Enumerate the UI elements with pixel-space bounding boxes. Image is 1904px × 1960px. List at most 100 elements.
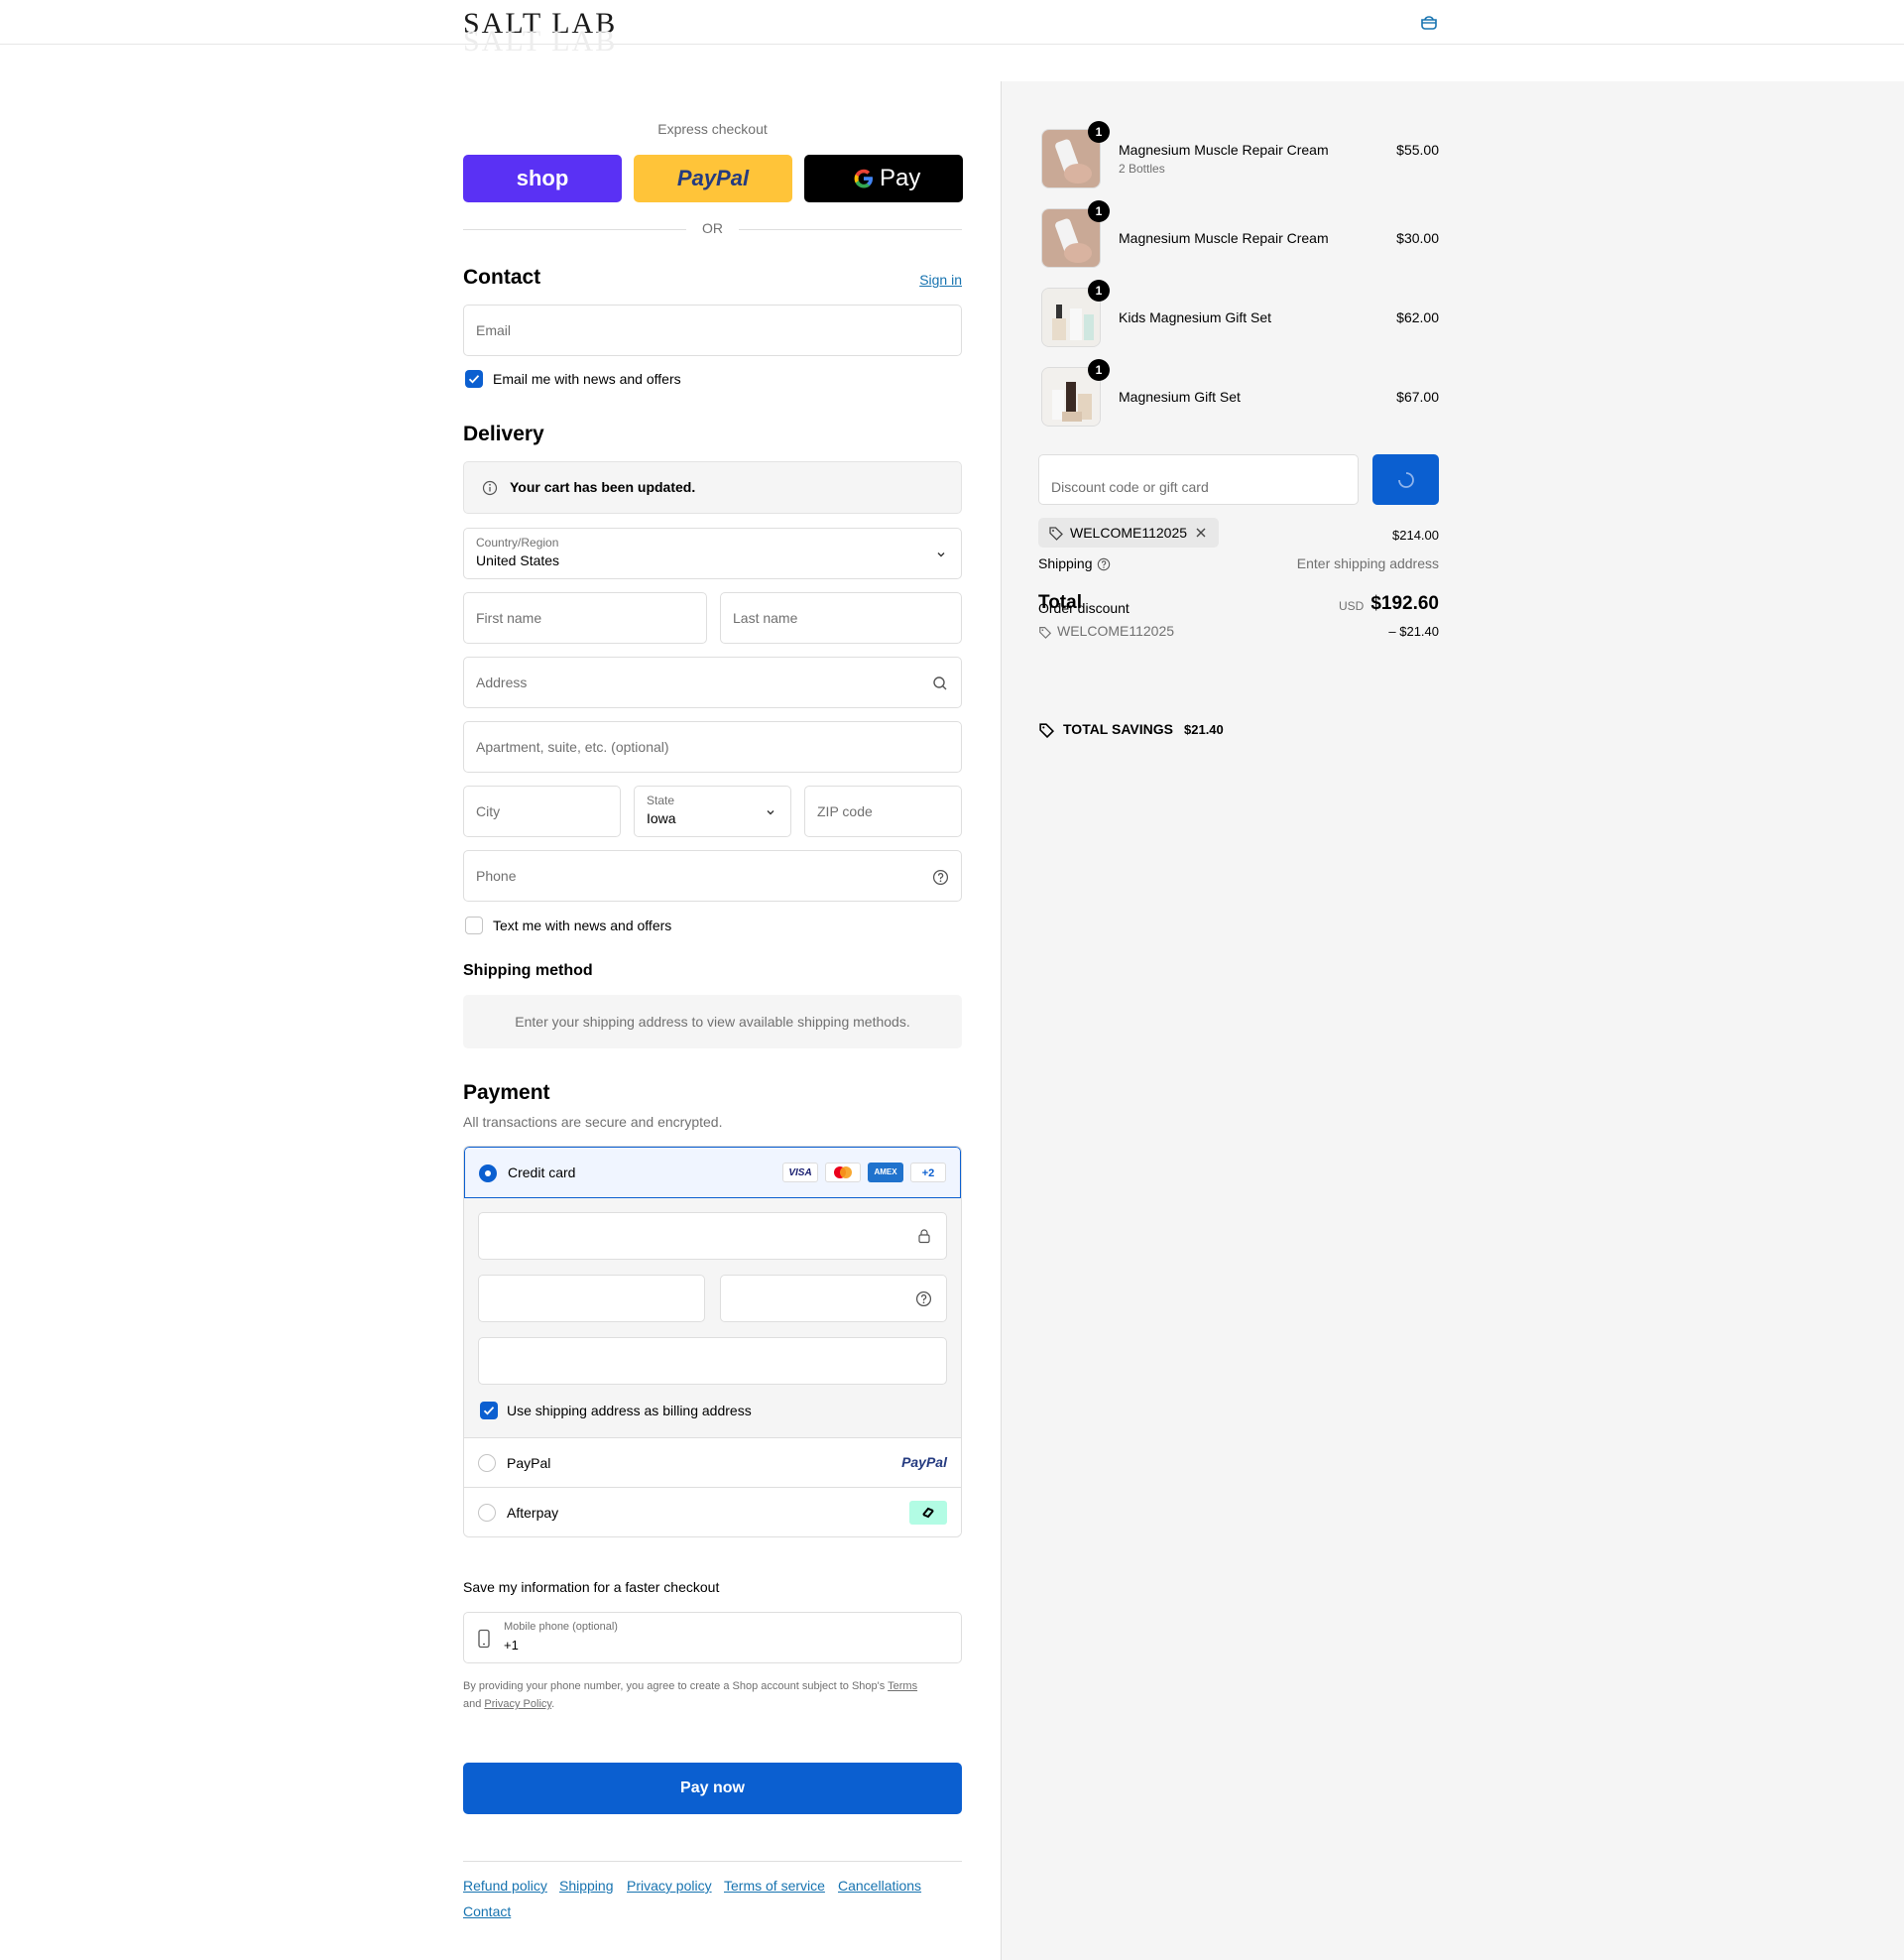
- shipping-value: Enter shipping address: [1296, 555, 1439, 571]
- quantity-badge: 1: [1088, 359, 1110, 381]
- radio-dot: [485, 1170, 491, 1176]
- save-info-heading: Save my information for a faster checkou…: [463, 1579, 720, 1595]
- afterpay-option[interactable]: Afterpay: [464, 1487, 961, 1536]
- phone-placeholder: Phone: [476, 868, 517, 884]
- state-value: Iowa: [647, 810, 676, 826]
- discount-amount: – $21.40: [1388, 624, 1439, 639]
- mobile-phone-icon: [478, 1629, 490, 1649]
- afterpay-radio[interactable]: [478, 1504, 496, 1522]
- express-checkout-title: Express checkout: [657, 121, 768, 137]
- apartment-input[interactable]: Apartment, suite, etc. (optional): [463, 721, 962, 773]
- total-label: Total: [1038, 592, 1082, 613]
- terms-link[interactable]: Terms: [888, 1680, 917, 1692]
- shipping-label: Shipping: [1038, 555, 1093, 571]
- apply-discount-button[interactable]: [1372, 454, 1439, 505]
- privacy-policy-footer-link[interactable]: Privacy policy: [627, 1878, 712, 1894]
- first-name-input[interactable]: First name: [463, 592, 707, 644]
- notice-text: Your cart has been updated.: [510, 479, 696, 495]
- contact-heading: Contact: [463, 266, 541, 289]
- paypal-radio[interactable]: [478, 1454, 496, 1472]
- shop-disclaimer: By providing your phone number, you agre…: [463, 1677, 962, 1713]
- shop-pay-button[interactable]: shop: [463, 155, 622, 202]
- last-name-placeholder: Last name: [733, 610, 798, 626]
- search-icon: [933, 676, 947, 690]
- help-circle-icon[interactable]: [1097, 557, 1111, 571]
- contact-link[interactable]: Contact: [463, 1903, 511, 1919]
- quantity-badge: 1: [1088, 200, 1110, 222]
- payment-subtitle: All transactions are secure and encrypte…: [463, 1114, 723, 1130]
- discount-code-input[interactable]: Discount code or gift card: [1038, 454, 1359, 505]
- cancellations-link[interactable]: Cancellations: [838, 1878, 921, 1894]
- help-circle-icon[interactable]: [915, 1290, 932, 1307]
- security-code-field[interactable]: [720, 1275, 947, 1322]
- paypal-button[interactable]: PayPal: [634, 155, 792, 202]
- text-news-checkbox[interactable]: [465, 917, 483, 934]
- mobile-phone-input[interactable]: Mobile phone (optional) +1: [463, 1612, 962, 1663]
- billing-address-checkbox[interactable]: [480, 1402, 498, 1419]
- text-news-label: Text me with news and offers: [493, 918, 672, 933]
- address-input[interactable]: Address: [463, 657, 962, 708]
- cart-item-name: Magnesium Muscle Repair Cream: [1119, 230, 1329, 246]
- shipping-policy-link[interactable]: Shipping: [559, 1878, 614, 1894]
- savings-tag-icon: [1039, 723, 1055, 738]
- phone-input[interactable]: Phone: [463, 850, 962, 902]
- google-g-icon: [852, 167, 876, 190]
- cart-item-variant: 2 Bottles: [1119, 162, 1165, 176]
- cart-item-price: $62.00: [1396, 309, 1439, 325]
- help-circle-icon[interactable]: [932, 869, 949, 886]
- cart-item-name: Magnesium Gift Set: [1119, 389, 1241, 405]
- city-input[interactable]: City: [463, 786, 621, 837]
- terms-of-service-link[interactable]: Terms of service: [724, 1878, 825, 1894]
- more-cards-badge: +2: [910, 1163, 946, 1182]
- disclaimer-and: and: [463, 1698, 485, 1710]
- footer-divider: [463, 1861, 962, 1862]
- paypal-option[interactable]: PayPal PayPal: [464, 1437, 961, 1487]
- email-input[interactable]: Email: [463, 305, 962, 356]
- visa-icon: VISA: [782, 1163, 818, 1182]
- afterpay-logo-icon: [909, 1501, 947, 1525]
- total-savings-value: $21.40: [1184, 722, 1224, 737]
- country-value: United States: [476, 552, 560, 568]
- credit-card-radio[interactable]: [479, 1164, 497, 1182]
- disclaimer-period: .: [551, 1698, 555, 1710]
- name-on-card-field[interactable]: [478, 1337, 947, 1385]
- info-icon: [482, 480, 498, 496]
- sign-in-link[interactable]: Sign in: [919, 272, 962, 288]
- first-name-placeholder: First name: [476, 610, 542, 626]
- expiry-field[interactable]: [478, 1275, 705, 1322]
- cart-updated-notice: Your cart has been updated.: [463, 461, 962, 514]
- check-icon: [468, 375, 480, 384]
- apartment-placeholder: Apartment, suite, etc. (optional): [476, 739, 669, 755]
- tag-icon: [1039, 627, 1052, 639]
- divider-left: [463, 229, 686, 230]
- loading-spinner-icon: [1398, 472, 1414, 488]
- order-summary-panel: [1001, 81, 1904, 1960]
- applied-discount-tag: WELCOME112025: [1038, 518, 1219, 548]
- pay-now-button[interactable]: Pay now: [463, 1763, 962, 1814]
- credit-card-option[interactable]: Credit card VISA AMEX +2: [464, 1147, 961, 1198]
- last-name-input[interactable]: Last name: [720, 592, 962, 644]
- shipping-method-heading: Shipping method: [463, 962, 593, 979]
- discount-placeholder: Discount code or gift card: [1051, 479, 1209, 495]
- zip-input[interactable]: ZIP code: [804, 786, 962, 837]
- refund-policy-link[interactable]: Refund policy: [463, 1878, 547, 1894]
- address-placeholder: Address: [476, 674, 528, 690]
- email-placeholder: Email: [476, 322, 512, 338]
- card-number-field[interactable]: [478, 1212, 947, 1260]
- country-select[interactable]: Country/Region United States: [463, 528, 962, 579]
- cart-item-price: $30.00: [1396, 230, 1439, 246]
- total-currency: USD: [1339, 599, 1365, 613]
- applied-code-text: WELCOME112025: [1070, 525, 1188, 541]
- total-value: $192.60: [1370, 593, 1439, 614]
- paypal-small-logo: PayPal: [901, 1454, 947, 1470]
- shopping-bag-icon[interactable]: [1419, 13, 1439, 33]
- quantity-badge: 1: [1088, 280, 1110, 302]
- privacy-policy-link[interactable]: Privacy Policy: [484, 1698, 551, 1710]
- google-pay-button[interactable]: Pay: [804, 155, 963, 202]
- cart-item-price: $67.00: [1396, 389, 1439, 405]
- discount-code-line: WELCOME112025: [1057, 623, 1175, 639]
- tag-icon: [1049, 527, 1063, 541]
- state-select[interactable]: State Iowa: [634, 786, 791, 837]
- close-icon[interactable]: [1195, 527, 1207, 539]
- email-news-checkbox[interactable]: [465, 370, 483, 388]
